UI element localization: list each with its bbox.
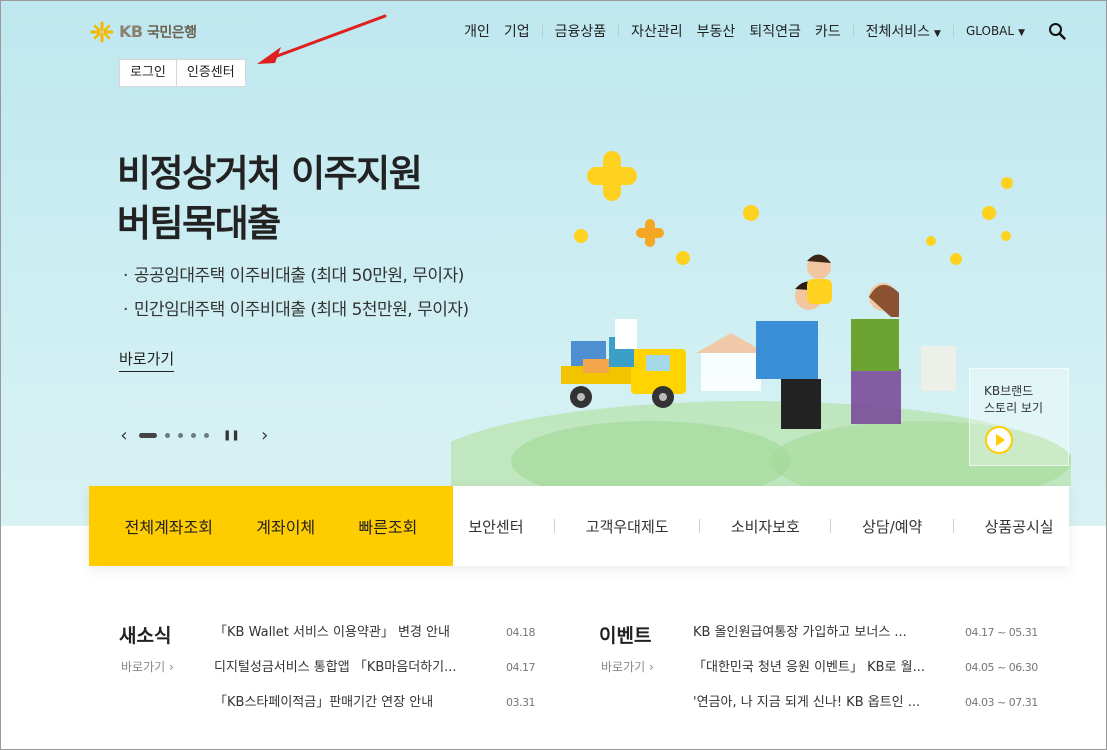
- news-title: 새소식: [119, 625, 172, 647]
- news-item[interactable]: 「KB Wallet 서비스 이용약관」 변경 안내 04.18: [214, 624, 536, 659]
- nav-divider: [541, 25, 543, 37]
- hero-title-line: 비정상거처 이주지원: [117, 152, 423, 195]
- hero-title-line: 버팀목대출: [117, 202, 281, 245]
- quick-divider: [554, 519, 556, 533]
- events-more-link[interactable]: 바로가기 ›: [601, 658, 654, 675]
- cert-center-button[interactable]: 인증센터: [175, 60, 245, 86]
- news-list: 「KB Wallet 서비스 이용약관」 변경 안내 04.18 디지털성금서비스…: [214, 624, 536, 729]
- nav-business[interactable]: 기업: [497, 21, 537, 41]
- news-item-date: 04.17: [506, 661, 536, 674]
- news-item-text: 「KB Wallet 서비스 이용약관」 변경 안내: [214, 625, 450, 640]
- hero-bullets: 공공임대주택 이주비대출 (최대 50만원, 무이자) 민간임대주택 이주비대출…: [123, 259, 469, 327]
- quick-divider: [699, 519, 701, 533]
- chevron-left-icon[interactable]: ‹: [117, 425, 131, 446]
- nav-real-estate[interactable]: 부동산: [690, 21, 743, 41]
- brand-story-card[interactable]: KB브랜드 스토리 보기: [969, 368, 1069, 466]
- pause-icon[interactable]: ❚❚: [223, 430, 240, 441]
- nav-personal[interactable]: 개인: [457, 21, 497, 41]
- events-list: KB 올인원급여통장 가입하고 보너스 ... 04.17 ~ 05.31 「대한…: [693, 624, 1038, 729]
- news-item[interactable]: 「KB스타페이적금」판매기간 연장 안내 03.31: [214, 694, 536, 729]
- event-item-date: 04.17 ~ 05.31: [965, 626, 1038, 639]
- news-item-date: 03.31: [506, 696, 536, 709]
- search-icon[interactable]: [1048, 22, 1066, 40]
- carousel-dot[interactable]: [165, 433, 170, 438]
- login-button[interactable]: 로그인: [120, 60, 176, 86]
- carousel-dot[interactable]: [139, 433, 157, 438]
- event-item-text: KB 올인원급여통장 가입하고 보너스 ...: [693, 625, 907, 640]
- event-item-date: 04.03 ~ 07.31: [965, 696, 1038, 709]
- consumer-protection-link[interactable]: 소비자보호: [731, 516, 800, 537]
- nav-divider: [952, 25, 954, 37]
- news-item-text: 디지털성금서비스 통합앱 「KB마음더하기...: [214, 660, 457, 675]
- quick-menu-bar: 전체계좌조회 계좌이체 빠른조회 보안센터 고객우대제도 소비자보호 상담/예약…: [89, 486, 1069, 566]
- play-icon[interactable]: [984, 425, 1014, 455]
- all-accounts-button[interactable]: 전체계좌조회: [125, 514, 213, 538]
- hero-go-link[interactable]: 바로가기: [119, 348, 175, 372]
- kb-logo[interactable]: KB 국민은행: [89, 21, 197, 43]
- quick-primary: 전체계좌조회 계좌이체 빠른조회: [89, 486, 453, 566]
- chevron-right-icon: ›: [649, 660, 654, 674]
- event-item[interactable]: 「대한민국 청년 응원 이벤트」 KB로 월... 04.05 ~ 06.30: [693, 659, 1038, 694]
- transfer-button[interactable]: 계좌이체: [256, 514, 315, 538]
- event-item[interactable]: KB 올인원급여통장 가입하고 보너스 ... 04.17 ~ 05.31: [693, 624, 1038, 659]
- quick-divider: [830, 519, 832, 533]
- quick-inquiry-button[interactable]: 빠른조회: [358, 514, 417, 538]
- nav-asset-management[interactable]: 자산관리: [624, 21, 690, 41]
- chevron-right-icon: ›: [169, 660, 174, 674]
- nav-divider: [852, 25, 854, 37]
- brand-story-label: 스토리 보기: [984, 401, 1044, 415]
- consult-reserve-link[interactable]: 상담/예약: [862, 516, 922, 537]
- logo-text: KB 국민은행: [119, 22, 197, 41]
- nav-divider: [618, 25, 620, 37]
- brand-story-label: KB브랜드: [984, 384, 1034, 398]
- kb-star-icon: [90, 21, 114, 43]
- event-item-date: 04.05 ~ 06.30: [965, 661, 1038, 674]
- news-item[interactable]: 디지털성금서비스 통합앱 「KB마음더하기... 04.17: [214, 659, 536, 694]
- caret-down-icon: ▼: [934, 29, 941, 39]
- nav-all-services[interactable]: 전체서비스 ▼: [859, 21, 948, 41]
- hero-title: 비정상거처 이주지원 버팀목대출: [117, 149, 423, 249]
- hero-bullet: 공공임대주택 이주비대출 (최대 50만원, 무이자): [123, 259, 469, 293]
- quick-secondary: 보안센터 고객우대제도 소비자보호 상담/예약 상품공시실: [453, 486, 1069, 566]
- hero-bullet: 민간임대주택 이주비대출 (최대 5천만원, 무이자): [123, 293, 469, 327]
- chevron-right-icon[interactable]: ›: [258, 425, 272, 446]
- global-nav: 개인 기업 금융상품 자산관리 부동산 퇴직연금 카드 전체서비스 ▼ GLOBA…: [457, 21, 1066, 41]
- login-box: 로그인 인증센터: [119, 59, 246, 87]
- event-item[interactable]: '연금아, 나 지금 되게 신나! KB 옵트인 ... 04.03 ~ 07.3…: [693, 694, 1038, 729]
- customer-benefits-link[interactable]: 고객우대제도: [586, 516, 669, 537]
- event-item-text: '연금아, 나 지금 되게 신나! KB 옵트인 ...: [693, 695, 921, 710]
- events-title: 이벤트: [599, 625, 652, 647]
- annotation-arrow-icon: [257, 14, 387, 64]
- nav-pension[interactable]: 퇴직연금: [742, 21, 808, 41]
- nav-card[interactable]: 카드: [808, 21, 848, 41]
- carousel-dot[interactable]: [178, 433, 183, 438]
- quick-divider: [952, 519, 954, 533]
- news-item-text: 「KB스타페이적금」판매기간 연장 안내: [214, 695, 434, 710]
- event-item-text: 「대한민국 청년 응원 이벤트」 KB로 월...: [693, 660, 925, 675]
- nav-all-services-label: 전체서비스: [865, 24, 931, 40]
- news-more-link[interactable]: 바로가기 ›: [121, 658, 174, 675]
- carousel-dot[interactable]: [204, 433, 209, 438]
- news-more-label: 바로가기: [121, 660, 166, 674]
- nav-global-label: GLOBAL: [965, 24, 1015, 38]
- security-center-link[interactable]: 보안센터: [468, 516, 523, 537]
- nav-financial-products[interactable]: 금융상품: [548, 21, 614, 41]
- product-disclosure-link[interactable]: 상품공시실: [985, 516, 1054, 537]
- news-item-date: 04.18: [506, 626, 536, 639]
- events-more-label: 바로가기: [601, 660, 646, 674]
- carousel-dot[interactable]: [191, 433, 196, 438]
- nav-global[interactable]: GLOBAL ▼: [959, 24, 1032, 38]
- caret-down-icon: ▼: [1018, 28, 1025, 38]
- carousel-controls: ‹ ❚❚ ›: [117, 425, 272, 446]
